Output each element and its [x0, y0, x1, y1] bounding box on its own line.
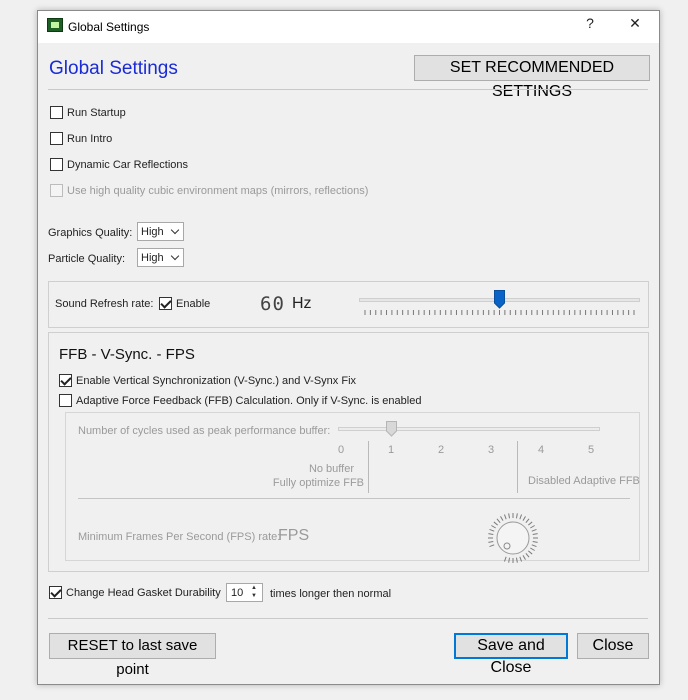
divider	[517, 441, 518, 493]
particle-quality-select[interactable]: High	[137, 248, 184, 267]
fully-optimize-label: Fully optimize FFB	[272, 477, 364, 489]
graphics-quality-value: High	[141, 226, 164, 238]
dial-tick	[527, 550, 533, 555]
graphics-quality-label: Graphics Quality:	[48, 227, 133, 239]
cycles-tick-label: 4	[538, 444, 545, 456]
cycles-tick-label: 5	[588, 444, 595, 456]
dial-tick	[527, 521, 533, 526]
dial-tick	[519, 556, 523, 562]
divider	[48, 618, 648, 619]
cycles-tick-label: 2	[438, 444, 445, 456]
dial-tick	[488, 540, 494, 543]
reset-button[interactable]: RESET to last save point	[49, 633, 216, 678]
dial-tick	[515, 557, 518, 563]
graphics-quality-select[interactable]: High	[137, 222, 184, 241]
min-fps-unit: FPS	[278, 527, 310, 544]
gasket-suffix-label: times longer then normal	[270, 588, 392, 600]
dial-tick	[531, 528, 537, 532]
cycles-tick-label: 3	[488, 444, 495, 456]
page-title: Global Settings	[49, 58, 178, 79]
run-intro-checkbox[interactable]	[50, 132, 63, 145]
divider	[368, 441, 369, 493]
spin-down-icon[interactable]: ▼	[251, 593, 257, 599]
dial-tick	[519, 514, 523, 520]
chevron-down-icon	[170, 251, 180, 261]
adaptive-ffb-label: Adaptive Force Feedback (FFB) Calculatio…	[76, 395, 422, 407]
chevron-down-icon	[170, 225, 180, 235]
dial-tick	[488, 533, 494, 536]
dial-tick	[508, 513, 511, 519]
spin-up-icon[interactable]: ▲	[251, 585, 257, 591]
dial-tick	[530, 525, 535, 529]
vsync-label: Enable Vertical Synchronization (V-Sync.…	[76, 375, 357, 387]
vsync-checkbox[interactable]	[59, 374, 72, 387]
hq-cubic-maps-label: Use high quality cubic environment maps …	[67, 185, 369, 197]
check-icon	[160, 297, 172, 309]
divider	[48, 89, 648, 90]
dial-tick	[525, 552, 530, 558]
close-button[interactable]: Close	[577, 633, 649, 659]
divider	[78, 498, 630, 499]
ffb-title: FFB - V-Sync. - FPS	[59, 346, 195, 363]
dial-tick	[493, 521, 499, 526]
dynamic-reflections-label: Dynamic Car Reflections	[67, 159, 189, 171]
check-icon	[50, 586, 62, 598]
dial-tick	[532, 533, 538, 536]
settings-window: Global Settings ? ✕ Global Settings SET …	[37, 10, 660, 685]
app-icon	[47, 18, 63, 32]
head-gasket-checkbox[interactable]	[49, 586, 62, 599]
disabled-adaptive-label: Disabled Adaptive FFB	[528, 475, 640, 487]
dial-tick	[530, 547, 535, 551]
help-button[interactable]: ?	[575, 15, 605, 31]
dial-tick	[489, 528, 495, 532]
window-title: Global Settings	[68, 20, 150, 34]
no-buffer-label: No buffer	[308, 463, 354, 475]
dial-tick	[515, 513, 518, 519]
dial-tick	[489, 544, 495, 548]
adaptive-ffb-checkbox[interactable]	[59, 394, 72, 407]
run-startup-checkbox[interactable]	[50, 106, 63, 119]
sound-rate-unit: Hz	[292, 295, 312, 312]
sound-refresh-label: Sound Refresh rate:	[55, 298, 154, 310]
dial-tick	[496, 518, 501, 524]
cycles-slider[interactable]	[338, 427, 600, 431]
dial-tick	[503, 556, 507, 562]
run-startup-label: Run Startup	[67, 107, 126, 119]
set-recommended-button[interactable]: SET RECOMMENDED SETTINGS	[414, 55, 650, 100]
sound-slider-ticks	[364, 310, 635, 315]
gasket-multiplier-value: 10	[231, 587, 244, 599]
sound-rate-value: 60	[260, 293, 285, 315]
dial-tick	[503, 514, 507, 520]
gasket-multiplier-input[interactable]: 10 ▲ ▼	[226, 583, 263, 602]
particle-quality-label: Particle Quality:	[48, 253, 126, 265]
cycles-slider-handle[interactable]	[385, 421, 397, 437]
cycles-label: Number of cycles used as peak performanc…	[78, 425, 331, 437]
dial-tick	[522, 555, 526, 560]
dial-tick	[491, 525, 496, 529]
sound-slider-handle[interactable]	[494, 290, 505, 309]
particle-quality-value: High	[141, 252, 164, 264]
dial-tick	[500, 516, 504, 521]
check-icon	[60, 374, 72, 386]
sound-enable-checkbox[interactable]	[159, 297, 172, 310]
dial-tick	[525, 518, 530, 524]
dial-tick	[508, 557, 511, 563]
hq-cubic-maps-checkbox[interactable]	[50, 184, 63, 197]
sound-enable-label: Enable	[176, 298, 211, 310]
cycles-tick-label: 1	[388, 444, 395, 456]
dial-tick	[532, 540, 538, 543]
run-intro-label: Run Intro	[67, 133, 113, 145]
dial-tick	[531, 544, 537, 548]
cycles-tick-label: 0	[338, 444, 345, 456]
head-gasket-label: Change Head Gasket Durability	[66, 587, 221, 599]
min-fps-label: Minimum Frames Per Second (FPS) rate:	[78, 531, 281, 543]
title-bar: Global Settings ? ✕	[38, 11, 659, 43]
dial-tick	[522, 516, 526, 521]
close-window-button[interactable]: ✕	[620, 15, 650, 32]
save-and-close-button[interactable]: Save and Close	[454, 633, 568, 676]
dynamic-reflections-checkbox[interactable]	[50, 158, 63, 171]
fps-dial[interactable]	[486, 511, 540, 565]
